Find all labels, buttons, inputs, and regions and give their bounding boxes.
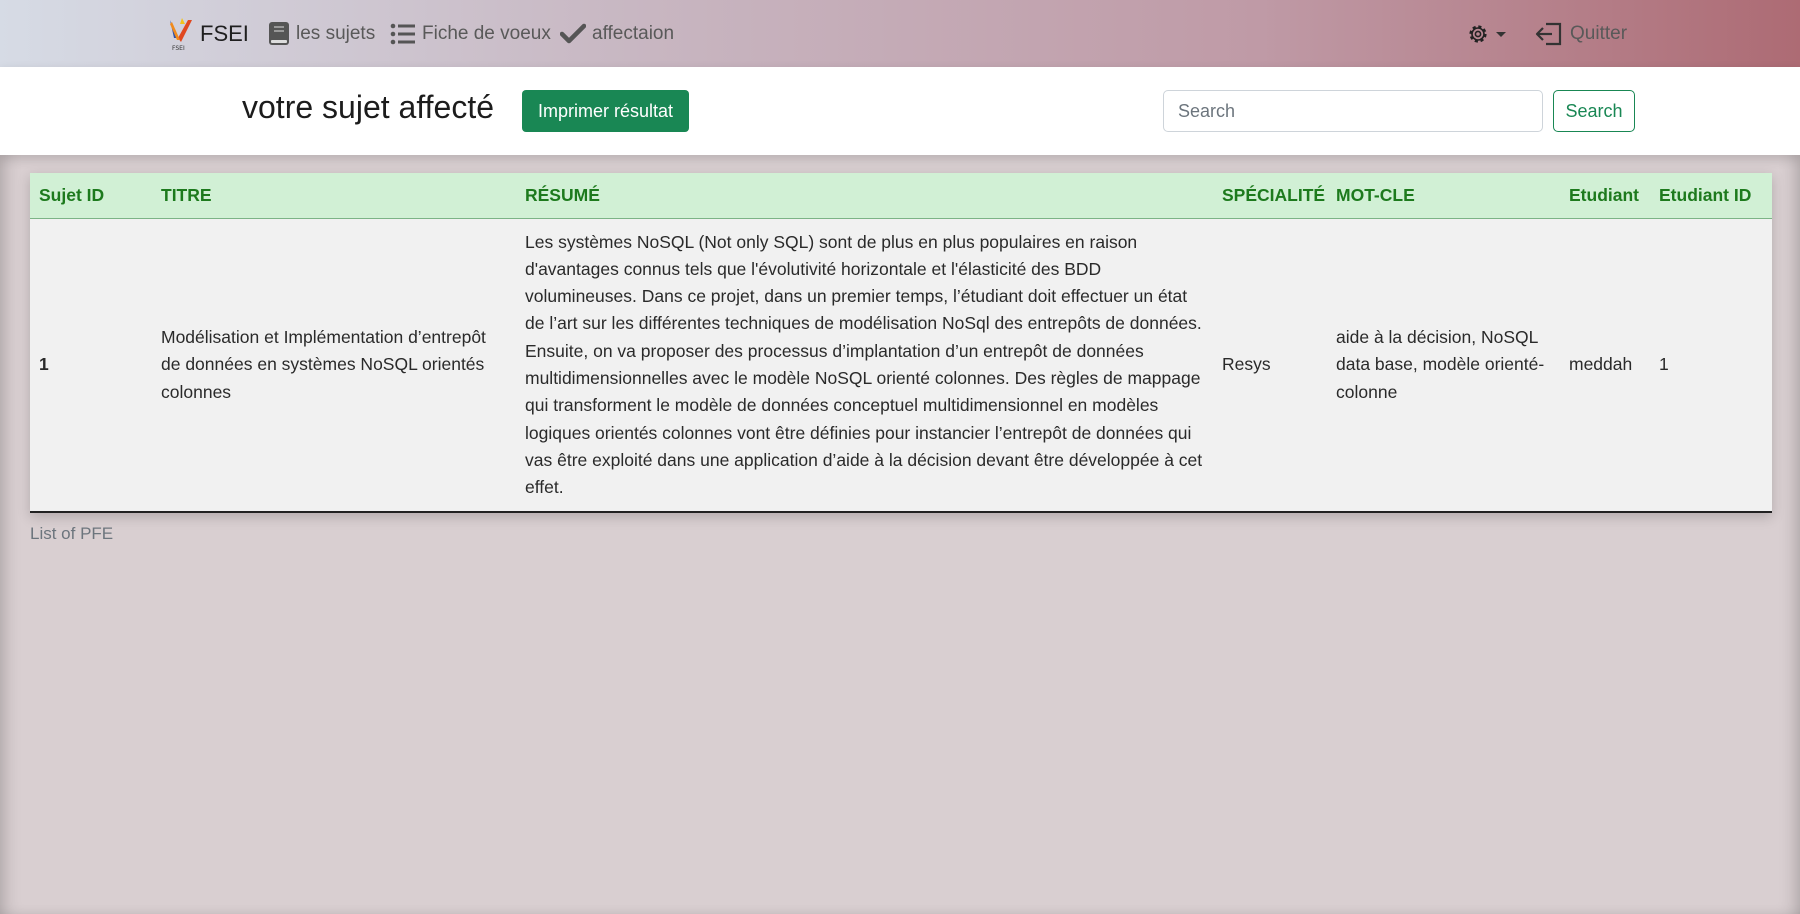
column-header-titre[interactable]: TITRE bbox=[152, 173, 516, 219]
nav-les-sujets[interactable]: les sujets bbox=[268, 18, 375, 50]
subjects-table-container: Sujet ID TITRE RÉSUMÉ SPÉCIALITÉ MOT-CLE… bbox=[30, 173, 1772, 514]
book-icon bbox=[269, 22, 289, 45]
search-button[interactable]: Search bbox=[1553, 90, 1635, 132]
quit-link[interactable]: Quitter bbox=[1534, 18, 1627, 50]
settings-dropdown[interactable] bbox=[1466, 20, 1506, 48]
column-header-mot-cle[interactable]: MOT-CLE bbox=[1327, 173, 1560, 219]
brand-link[interactable]: FSEI FSEI bbox=[168, 16, 249, 52]
cell-sujet-id: 1 bbox=[30, 218, 152, 514]
cell-resume: Les systèmes NoSQL (Not only SQL) sont d… bbox=[516, 218, 1213, 514]
cell-mot-cle: aide à la décision, NoSQL data base, mod… bbox=[1327, 218, 1560, 514]
gear-icon bbox=[1469, 25, 1487, 43]
cell-etudiant-id: 1 bbox=[1650, 218, 1772, 514]
print-result-button[interactable]: Imprimer résultat bbox=[522, 90, 689, 132]
nav-fiche-de-voeux-label: Fiche de voeux bbox=[422, 23, 551, 44]
chevron-down-icon bbox=[1496, 31, 1506, 37]
quit-label: Quitter bbox=[1570, 23, 1628, 44]
page: FSEI FSEI les sujets Fiche de voeux affe… bbox=[0, 0, 1800, 914]
nav-affectation[interactable]: affectaion bbox=[560, 18, 674, 50]
svg-text:FSEI: FSEI bbox=[172, 45, 185, 52]
table-row[interactable]: 1 Modélisation et Implémentation d’entre… bbox=[30, 218, 1772, 514]
nav-fiche-de-voeux[interactable]: Fiche de voeux bbox=[390, 18, 551, 50]
check-icon bbox=[560, 23, 586, 44]
navbar: FSEI FSEI les sujets Fiche de voeux affe… bbox=[0, 0, 1800, 67]
column-header-etudiant-id[interactable]: Etudiant ID bbox=[1650, 173, 1772, 219]
column-header-sujet-id[interactable]: Sujet ID bbox=[30, 173, 152, 219]
nav-affectation-label: affectaion bbox=[592, 23, 675, 44]
page-title: votre sujet affecté bbox=[242, 89, 494, 125]
header-bar: votre sujet affecté Imprimer résultat Se… bbox=[0, 67, 1800, 155]
column-header-specialite[interactable]: SPÉCIALITÉ bbox=[1213, 173, 1327, 219]
brand-name: FSEI bbox=[200, 21, 249, 46]
fsei-logo-icon: FSEI bbox=[170, 18, 192, 52]
table-caption: List of PFE bbox=[30, 524, 114, 543]
logout-icon bbox=[1535, 22, 1562, 46]
nav-les-sujets-label: les sujets bbox=[296, 23, 376, 44]
cell-etudiant: meddah bbox=[1560, 218, 1650, 514]
cell-titre: Modélisation et Implémentation d’entrepô… bbox=[152, 218, 516, 514]
cell-specialite: Resys bbox=[1213, 218, 1327, 514]
column-header-resume[interactable]: RÉSUMÉ bbox=[516, 173, 1213, 219]
subjects-table: Sujet ID TITRE RÉSUMÉ SPÉCIALITÉ MOT-CLE… bbox=[30, 173, 1772, 514]
search-input[interactable] bbox=[1163, 90, 1543, 132]
table-header-row: Sujet ID TITRE RÉSUMÉ SPÉCIALITÉ MOT-CLE… bbox=[30, 173, 1772, 219]
column-header-etudiant[interactable]: Etudiant bbox=[1560, 173, 1650, 219]
list-icon bbox=[390, 23, 415, 45]
